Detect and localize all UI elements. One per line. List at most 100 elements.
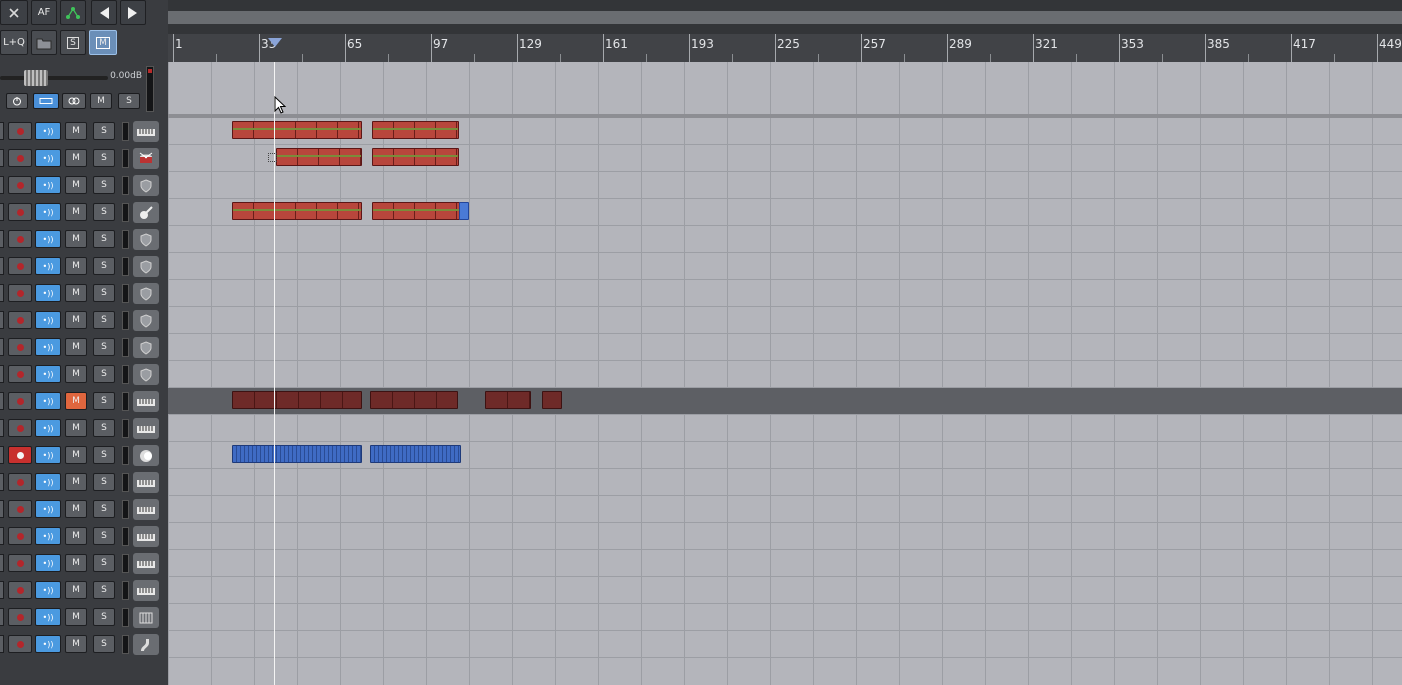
shield-icon[interactable] — [133, 337, 159, 358]
record-arm-button[interactable] — [8, 338, 32, 356]
record-arm-button[interactable] — [8, 608, 32, 626]
midi-clip[interactable] — [370, 391, 458, 409]
keyboard-icon[interactable] — [133, 526, 159, 547]
keyboard-icon[interactable] — [133, 121, 159, 142]
solo-button[interactable]: S — [93, 257, 115, 275]
mute-button[interactable]: M — [65, 581, 87, 599]
keyboard-icon[interactable] — [133, 418, 159, 439]
solo-button[interactable]: S — [93, 311, 115, 329]
horizontal-scrollbar[interactable] — [168, 11, 1402, 24]
mute-button[interactable]: M — [65, 527, 87, 545]
arrow-right-icon[interactable] — [120, 0, 146, 25]
solo-button[interactable]: S — [93, 392, 115, 410]
monitor-button[interactable]: •)) — [35, 581, 61, 599]
midi-clip[interactable] — [372, 148, 459, 166]
keyboard-icon[interactable] — [133, 391, 159, 412]
monitor-button[interactable]: •)) — [35, 527, 61, 545]
mute-button[interactable]: M — [65, 338, 87, 356]
record-arm-button[interactable] — [8, 230, 32, 248]
mute-button[interactable]: M — [65, 392, 87, 410]
shield-icon[interactable] — [133, 364, 159, 385]
af-button[interactable]: AF — [31, 0, 57, 25]
mute-button[interactable]: M — [65, 473, 87, 491]
audio-clip[interactable] — [370, 445, 461, 463]
close-icon[interactable] — [0, 0, 28, 25]
record-arm-button[interactable] — [8, 365, 32, 383]
midi-clip[interactable] — [232, 391, 362, 409]
monitor-button[interactable]: •)) — [35, 122, 61, 140]
shield-icon[interactable] — [133, 175, 159, 196]
keyboard-icon[interactable] — [133, 499, 159, 520]
record-arm-button[interactable] — [8, 527, 32, 545]
monitor-button[interactable]: •)) — [35, 473, 61, 491]
monitor-button[interactable]: •)) — [35, 365, 61, 383]
midi-clip[interactable] — [232, 202, 362, 220]
master-volume-fader[interactable]: 0.00dB — [0, 67, 142, 89]
monitor-button[interactable]: •)) — [35, 635, 61, 653]
midi-clip[interactable] — [372, 202, 460, 220]
mute-button[interactable]: M — [65, 203, 87, 221]
stereo-icon[interactable] — [62, 93, 86, 109]
monitor-button[interactable]: •)) — [35, 338, 61, 356]
solo-button[interactable]: S — [93, 527, 115, 545]
mute-button[interactable]: M — [65, 122, 87, 140]
monitor-button[interactable]: •)) — [35, 446, 61, 464]
mute-button[interactable]: M — [65, 500, 87, 518]
shield-icon[interactable] — [133, 283, 159, 304]
record-arm-button[interactable] — [8, 554, 32, 572]
solo-button[interactable]: S — [93, 473, 115, 491]
mute-button[interactable]: M — [65, 446, 87, 464]
record-arm-button[interactable] — [8, 176, 32, 194]
power-icon[interactable] — [6, 93, 28, 109]
mute-button[interactable]: M — [65, 230, 87, 248]
mute-button[interactable]: M — [65, 149, 87, 167]
midi-clip[interactable] — [459, 202, 469, 220]
record-arm-button[interactable] — [8, 257, 32, 275]
record-arm-button[interactable] — [8, 284, 32, 302]
solo-button[interactable]: S — [93, 230, 115, 248]
solo-button[interactable]: S — [93, 554, 115, 572]
solo-button[interactable]: S — [93, 338, 115, 356]
mute-button[interactable]: M — [65, 608, 87, 626]
monitor-button[interactable]: •)) — [35, 608, 61, 626]
mute-button[interactable]: M — [65, 311, 87, 329]
mute-button[interactable]: M — [65, 176, 87, 194]
shield-icon[interactable] — [133, 256, 159, 277]
monitor-button[interactable]: •)) — [35, 257, 61, 275]
link-icon[interactable] — [33, 93, 59, 109]
monitor-button[interactable]: •)) — [35, 284, 61, 302]
shield-icon[interactable] — [133, 310, 159, 331]
solo-button[interactable]: S — [93, 284, 115, 302]
timeline-ruler[interactable]: 1 33 65 97 129 161 193 225 257 289 321 353 385 417 449 — [168, 34, 1402, 62]
monitor-button[interactable]: •)) — [35, 230, 61, 248]
keyboard-icon[interactable] — [133, 472, 159, 493]
record-arm-button[interactable] — [8, 635, 32, 653]
monitor-button[interactable]: •)) — [35, 176, 61, 194]
record-arm-button[interactable] — [8, 392, 32, 410]
monitor-button[interactable]: •)) — [35, 419, 61, 437]
solo-button[interactable]: S — [93, 122, 115, 140]
keyboard-icon[interactable] — [133, 553, 159, 574]
snap-network-icon[interactable] — [60, 0, 86, 25]
solo-button[interactable]: S — [93, 635, 115, 653]
midi-clip[interactable] — [372, 121, 459, 139]
mute-button[interactable]: M — [65, 635, 87, 653]
lq-button[interactable]: L+Q — [0, 30, 28, 55]
mute-button[interactable]: M — [65, 284, 87, 302]
mute-button[interactable]: M — [65, 419, 87, 437]
record-arm-button[interactable] — [8, 473, 32, 491]
solo-button[interactable]: S — [93, 203, 115, 221]
audio-clip[interactable] — [232, 445, 362, 463]
solo-button[interactable]: S — [93, 500, 115, 518]
arrangement-view[interactable]: 1 33 65 97 129 161 193 225 257 289 321 353 385 417 449 — [168, 0, 1402, 685]
record-arm-button[interactable] — [8, 122, 32, 140]
monitor-button[interactable]: •)) — [35, 392, 61, 410]
solo-button[interactable]: S — [93, 365, 115, 383]
record-arm-button[interactable] — [8, 419, 32, 437]
arrange-grid[interactable] — [168, 62, 1402, 685]
solo-button[interactable]: S — [93, 446, 115, 464]
mute-button[interactable]: M — [65, 257, 87, 275]
solo-button[interactable]: S — [93, 581, 115, 599]
mute-button[interactable]: M — [65, 365, 87, 383]
strings-icon[interactable] — [133, 607, 159, 628]
